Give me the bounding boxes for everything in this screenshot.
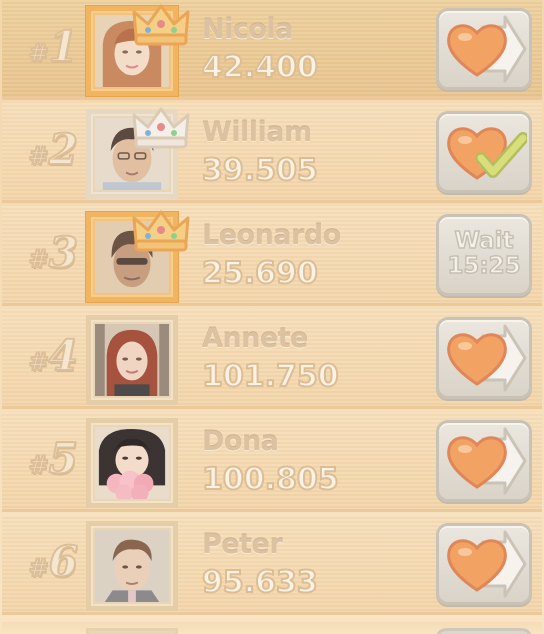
player-score: 42.400 (201, 49, 319, 86)
rank-label: #5 (28, 434, 79, 483)
player-score: 39.505 (201, 152, 319, 189)
rank-label: #4 (28, 331, 79, 380)
leaderboard: #1 Nicola 42.400 #2 William 39.505 #3 Le… (0, 0, 544, 634)
leaderboard-row-partial (2, 622, 542, 634)
player-score: 100.805 (201, 461, 340, 498)
rank-label: #6 (28, 537, 79, 586)
send-life-button[interactable] (436, 8, 532, 90)
player-score: 25.690 (201, 255, 319, 292)
player-name: Annete (202, 323, 308, 354)
wait-label: Wait 15:25 (439, 217, 529, 280)
send-life-button[interactable] (436, 420, 532, 502)
player-name: William (202, 117, 312, 148)
action-button-partial[interactable] (436, 628, 532, 634)
rank-label: #1 (28, 22, 79, 71)
avatar-frame (86, 315, 178, 405)
player-name: Leonardo (202, 220, 341, 251)
leaderboard-row-2: #2 William 39.505 (2, 103, 542, 203)
avatar-frame (86, 521, 178, 611)
rank-label: #3 (28, 228, 79, 277)
avatar (95, 324, 169, 396)
avatar (95, 427, 169, 499)
life-sent-button[interactable] (436, 111, 532, 193)
rank-label: #2 (28, 125, 79, 174)
player-name: Nicola (202, 14, 293, 45)
player-score: 95.633 (201, 564, 319, 601)
heart-arrow-icon (447, 530, 527, 598)
crown-icon (132, 4, 190, 46)
send-life-button[interactable] (436, 317, 532, 399)
player-score: 101.750 (201, 358, 340, 395)
wait-button[interactable]: Wait 15:25 (436, 214, 532, 296)
avatar (95, 530, 169, 602)
leaderboard-row-4: #4 Annete 101.750 (2, 309, 542, 409)
leaderboard-row-6: #6 Peter 95.633 (2, 515, 542, 615)
heart-arrow-icon (447, 15, 527, 83)
avatar-frame (86, 418, 178, 508)
leaderboard-row-5: #5 Dona 100.805 (2, 412, 542, 512)
crown-icon (132, 107, 190, 149)
send-life-button[interactable] (436, 523, 532, 605)
avatar-frame (86, 628, 178, 634)
player-name: Peter (202, 529, 283, 560)
heart-arrow-icon (447, 324, 527, 392)
heart-check-icon (447, 127, 527, 180)
leaderboard-row-3: #3 Leonardo 25.690 Wait 15:25 (2, 206, 542, 306)
crown-icon (132, 210, 190, 252)
player-name: Dona (202, 426, 279, 457)
heart-arrow-icon (447, 427, 527, 495)
wait-timer: 15:25 (447, 253, 522, 280)
leaderboard-row-1: #1 Nicola 42.400 (2, 0, 542, 100)
